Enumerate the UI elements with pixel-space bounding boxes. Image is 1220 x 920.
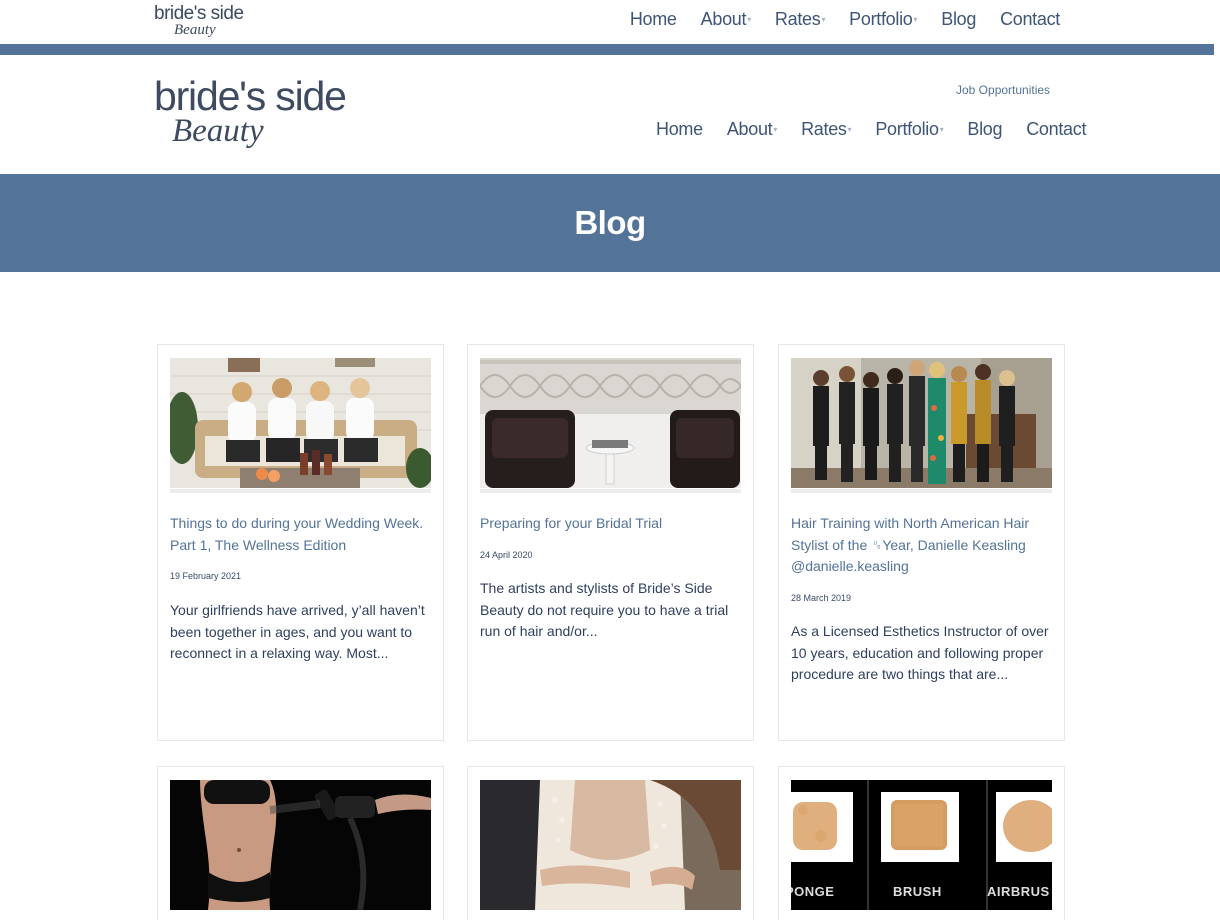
sticky-nav-rates[interactable]: Rates ▾ — [774, 9, 826, 30]
brush-label-airbrush: AIRBRUS — [987, 884, 1050, 899]
post-thumbnail[interactable] — [170, 780, 431, 910]
blog-card — [467, 766, 754, 920]
chevron-down-icon: ▾ — [939, 125, 944, 134]
thumbnail-divider — [791, 489, 1052, 493]
nav-label: Home — [656, 119, 703, 139]
post-thumbnail[interactable] — [480, 780, 741, 910]
sticky-nav-about[interactable]: About ▾ — [700, 9, 752, 30]
chevron-down-icon: ▾ — [773, 125, 778, 134]
job-opportunities-link[interactable]: Job Opportunities — [956, 83, 1050, 97]
blog-card — [157, 766, 444, 920]
thumbnail-divider — [170, 489, 431, 493]
nav-label: About — [726, 119, 773, 139]
nav-label: Home — [629, 9, 677, 29]
post-thumbnail[interactable] — [791, 358, 1052, 488]
page-banner: Blog — [0, 174, 1220, 272]
page-title: Blog — [574, 204, 646, 241]
brush-label-brush: BRUSH — [893, 884, 942, 899]
nav-contact[interactable]: Contact — [1026, 119, 1086, 140]
logo-wordmark-top: bride's side — [154, 3, 244, 24]
nav-blog[interactable]: Blog — [967, 119, 1002, 140]
thumbnail-divider — [480, 489, 741, 493]
chevron-down-icon: ▾ — [821, 15, 826, 24]
nav-label: Rates — [801, 119, 847, 139]
nav-label: Portfolio — [875, 119, 939, 139]
scrollbar-edge — [1214, 44, 1220, 55]
post-title[interactable]: Hair Training with North American Hair S… — [791, 513, 1054, 578]
sticky-nav: Home About ▾ Rates ▾ Portfolio ▾ Blog Conta… — [606, 9, 1060, 30]
nav-portfolio[interactable]: Portfolio ▾ — [875, 119, 943, 140]
post-excerpt: As a Licensed Esthetics Instructor of ov… — [791, 623, 1049, 682]
nav-label: Portfolio — [849, 9, 913, 29]
nav-label: Blog — [967, 119, 1003, 139]
nav-label: Rates — [774, 9, 821, 29]
sticky-nav-blog[interactable]: Blog — [941, 9, 976, 30]
sticky-header: bride's side Beauty Home About ▾ Rates ▾ P… — [0, 0, 1220, 44]
nav-label: Contact — [1000, 9, 1060, 29]
post-date: 19 February 2021 — [170, 571, 242, 581]
post-thumbnail[interactable]: PONGE BRUSH AIRBRUS — [791, 780, 1052, 910]
post-excerpt: Your girlfriends have arrived, y’all hav… — [170, 602, 425, 661]
sticky-divider — [0, 44, 1214, 55]
nav-label: Contact — [1026, 119, 1087, 139]
site-logo[interactable]: bride's side Beauty — [154, 77, 386, 153]
sticky-nav-portfolio[interactable]: Portfolio ▾ — [849, 9, 917, 30]
chevron-down-icon: ▾ — [913, 15, 918, 24]
nav-label: About — [700, 9, 747, 29]
post-thumbnail[interactable] — [480, 358, 741, 488]
brush-label-sponge: PONGE — [791, 884, 834, 899]
nav-about[interactable]: About ▾ — [726, 119, 778, 140]
chevron-down-icon: ▾ — [847, 125, 852, 134]
post-title[interactable]: Preparing for your Bridal Trial — [480, 513, 743, 535]
logo-wordmark-bottom: Beauty — [172, 113, 264, 149]
post-date: 28 March 2019 — [791, 593, 852, 603]
nav-label: Blog — [941, 9, 977, 29]
post-title[interactable]: Things to do during your Wedding Week. P… — [170, 513, 433, 556]
logo-wordmark-bottom: Beauty — [174, 22, 216, 38]
nav-rates[interactable]: Rates ▾ — [801, 119, 852, 140]
blog-card: Preparing for your Bridal Trial 24 April… — [467, 344, 754, 741]
post-date: 24 April 2020 — [480, 550, 533, 560]
nav-home[interactable]: Home — [656, 119, 703, 140]
blog-card: Things to do during your Wedding Week. P… — [157, 344, 444, 741]
sticky-nav-contact[interactable]: Contact — [1000, 9, 1060, 30]
blog-card: PONGE BRUSH AIRBRUS — [778, 766, 1065, 920]
post-excerpt: The artists and stylists of Bride’s Side… — [480, 580, 729, 639]
post-thumbnail[interactable] — [170, 358, 431, 488]
site-header: bride's side Beauty Job Opportunities — [0, 55, 1220, 174]
sticky-nav-home[interactable]: Home — [630, 9, 677, 30]
site-logo-small[interactable]: bride's side Beauty — [154, 2, 258, 38]
main-nav: Home About ▾ Rates ▾ Portfolio ▾ Blog Conta… — [656, 119, 1110, 140]
blog-card: Hair Training with North American Hair S… — [778, 344, 1065, 741]
chevron-down-icon: ▾ — [747, 15, 751, 24]
